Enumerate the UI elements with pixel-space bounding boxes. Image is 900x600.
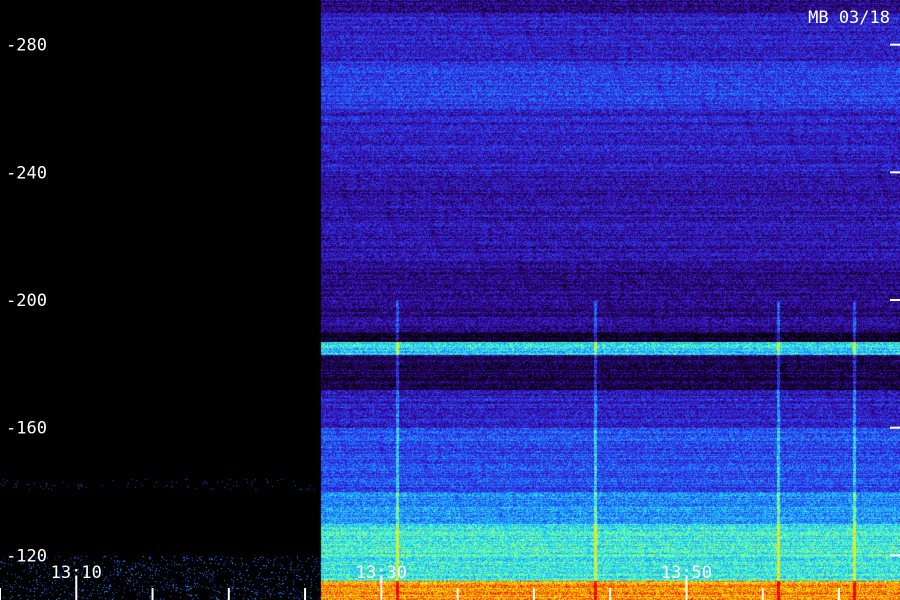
y-tick-label: -120 xyxy=(6,546,47,566)
y-tick-label: -160 xyxy=(6,419,47,439)
y-tick-label: -200 xyxy=(6,291,47,311)
y-axis-right xyxy=(890,43,900,557)
x-tick-label: 13:10 xyxy=(51,563,102,583)
spectrogram-chart: -280 -240 -200 -160 -120 13:10 13:30 13:50 MB … xyxy=(0,0,900,600)
x-tick-label: 13:50 xyxy=(661,563,712,583)
x-axis: 13:10 13:30 13:50 xyxy=(0,563,840,600)
y-tick-label: -240 xyxy=(6,163,47,183)
chart-title: MB 03/18 xyxy=(808,8,890,28)
y-tick-label: -280 xyxy=(6,36,47,56)
chart-overlay: -280 -240 -200 -160 -120 13:10 13:30 13:50 MB … xyxy=(0,8,900,600)
y-axis-left: -280 -240 -200 -160 -120 xyxy=(6,36,47,567)
x-tick-label: 13:30 xyxy=(356,563,407,583)
